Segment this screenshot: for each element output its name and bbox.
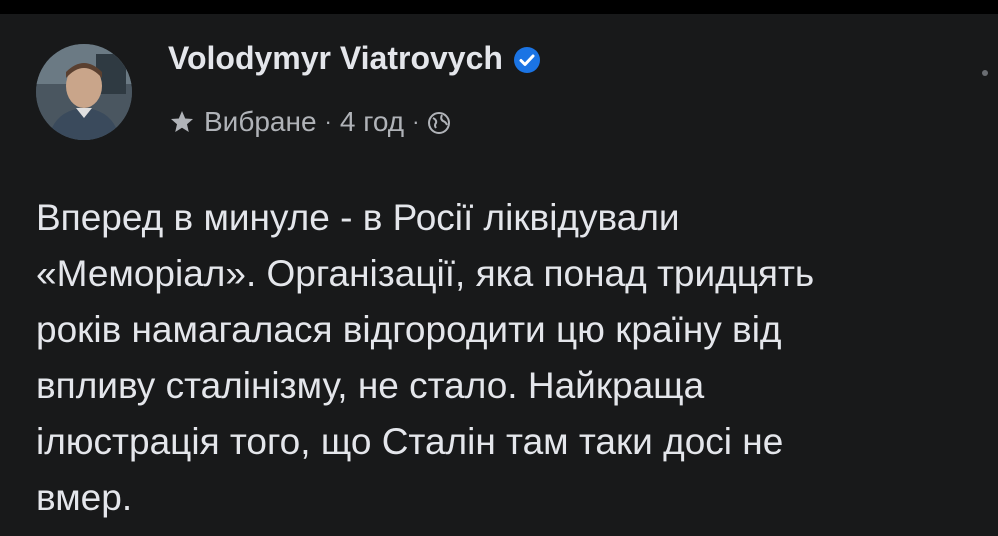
globe-icon	[427, 110, 451, 134]
meta-separator: ·	[324, 109, 332, 134]
post-meta: Вибране · 4 год ·	[168, 106, 451, 138]
author-avatar[interactable]	[36, 44, 132, 140]
author-name-text[interactable]: Volodymyr Viatrovych	[168, 40, 503, 77]
post-text-line: ілюстрація того, що Сталін там таки досі…	[36, 421, 784, 462]
author-name[interactable]: Volodymyr Viatrovych	[168, 40, 541, 77]
verified-badge-icon	[513, 45, 541, 73]
more-options-icon[interactable]	[982, 70, 988, 76]
post-time[interactable]: 4 год	[340, 106, 404, 138]
post-text-line: вмер.	[36, 477, 133, 518]
post-text-line: «Меморіал». Організації, яка понад тридц…	[36, 253, 815, 294]
post-text-line: років намагалася відгородити цю країну в…	[36, 309, 782, 350]
facebook-post: Volodymyr Viatrovych Вибране · 4 год · В…	[0, 14, 998, 536]
audience-label[interactable]: Вибране	[204, 106, 317, 138]
avatar-photo	[36, 44, 132, 140]
post-text-line: впливу сталінізму, не стало. Найкраща	[36, 365, 705, 406]
top-bar	[0, 0, 998, 14]
post-text-line: Вперед в минуле - в Росії ліквідували	[36, 197, 680, 238]
meta-separator: ·	[412, 109, 420, 134]
star-icon	[168, 108, 196, 136]
post-text: Вперед в минуле - в Росії ліквідували «М…	[36, 190, 976, 526]
